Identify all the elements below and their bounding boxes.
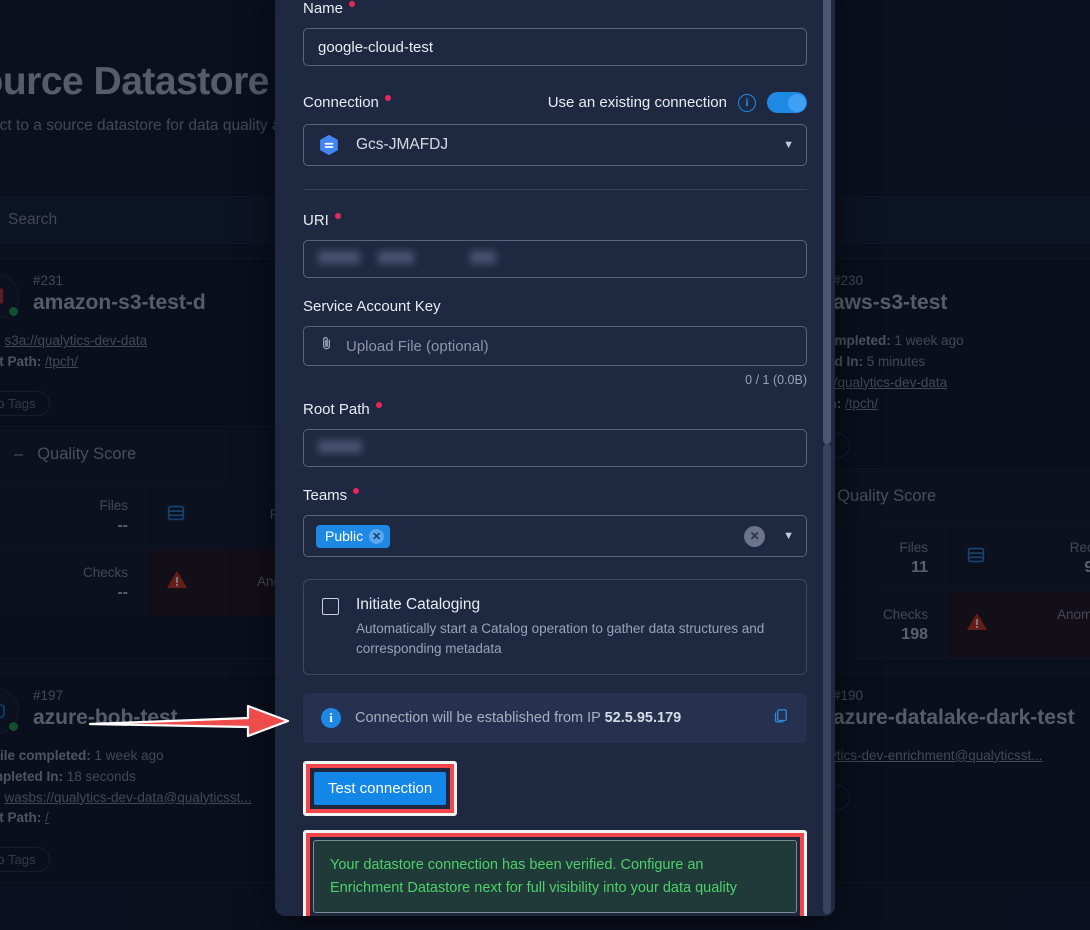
remove-chip-icon[interactable]: ✕ — [369, 528, 385, 544]
required-dot-icon — [334, 213, 341, 219]
root-path-input[interactable] — [303, 429, 807, 467]
teams-label: Teams — [303, 487, 348, 504]
ip-info-banner: i Connection will be established from IP… — [303, 693, 807, 744]
use-existing-connection-label: Use an existing connection — [547, 94, 727, 111]
chevron-down-icon[interactable]: ▼ — [783, 530, 794, 542]
connection-select[interactable]: Gcs-JMAFDJ ▼ — [303, 124, 807, 166]
test-connection-button[interactable]: Test connection — [314, 772, 447, 806]
name-label: Name — [303, 0, 344, 17]
name-input[interactable]: google-cloud-test — [303, 28, 807, 66]
ip-banner-text: Connection will be established from IP 5… — [355, 710, 681, 726]
file-counter: 0 / 1 (0.0B) — [745, 373, 807, 387]
uri-label-row: URI — [303, 212, 807, 229]
copy-icon[interactable] — [772, 707, 789, 729]
connection-select-value: Gcs-JMAFDJ — [356, 136, 449, 153]
connection-label-row: Connection — [303, 94, 391, 111]
info-icon: i — [321, 708, 341, 729]
required-dot-icon — [353, 488, 360, 494]
paperclip-icon — [318, 335, 335, 357]
team-chip-label: Public — [325, 528, 364, 544]
required-dot-icon — [384, 95, 391, 101]
google-cloud-storage-icon — [316, 132, 342, 158]
root-path-label-row: Root Path — [303, 401, 807, 418]
required-dot-icon — [349, 1, 356, 7]
modal-body: Name google-cloud-test Connection Use an… — [275, 0, 835, 916]
initiate-cataloging-description: Automatically start a Catalog operation … — [356, 621, 765, 656]
initiate-cataloging-title: Initiate Cataloging — [356, 596, 481, 613]
initiate-cataloging-checkbox[interactable] — [322, 598, 339, 615]
root-path-input-value — [318, 439, 362, 457]
connection-row: Connection Use an existing connection i — [303, 92, 807, 113]
source-datastore-modal: Name google-cloud-test Connection Use an… — [275, 0, 835, 916]
initiate-cataloging-box[interactable]: Initiate Cataloging Automatically start … — [303, 579, 807, 676]
root-path-label: Root Path — [303, 401, 370, 418]
service-account-key-label: Service Account Key — [303, 298, 441, 315]
required-dot-icon — [375, 402, 382, 408]
success-banner: Your datastore connection has been verif… — [313, 840, 797, 914]
chevron-down-icon[interactable]: ▼ — [783, 139, 794, 151]
success-highlight: Your datastore connection has been verif… — [303, 830, 807, 916]
connection-label: Connection — [303, 94, 379, 111]
screen: Source Datastore Connect to a source dat… — [0, 0, 1090, 930]
teams-select[interactable]: Public ✕ ✕ ▼ — [303, 515, 807, 557]
ip-banner-prefix: Connection will be established from IP — [355, 710, 605, 727]
ip-address: 52.5.95.179 — [604, 710, 682, 727]
annotation-arrow-icon — [88, 704, 290, 738]
clear-teams-icon[interactable]: ✕ — [744, 525, 766, 547]
upload-file-placeholder: Upload File (optional) — [346, 337, 489, 355]
toggle-knob — [787, 93, 806, 112]
highlight-outer: Your datastore connection has been verif… — [303, 830, 807, 916]
name-label-row: Name — [303, 0, 807, 17]
team-chip[interactable]: Public ✕ — [316, 524, 391, 548]
uri-label: URI — [303, 212, 329, 229]
teams-label-row: Teams — [303, 487, 807, 504]
service-account-key-upload[interactable]: Upload File (optional) — [303, 326, 807, 366]
test-connection-highlight: Test connection — [303, 761, 458, 817]
success-message: Your datastore connection has been verif… — [330, 857, 737, 896]
use-existing-connection-toggle[interactable] — [767, 92, 807, 113]
highlight-inner: Test connection — [306, 764, 455, 814]
highlight-inner: Your datastore connection has been verif… — [306, 833, 804, 916]
uri-input-value — [318, 250, 497, 268]
modal-scrollbar-track[interactable] — [823, 444, 831, 914]
info-icon[interactable]: i — [738, 93, 756, 112]
divider — [303, 189, 807, 190]
uri-input[interactable] — [303, 240, 807, 278]
name-input-value: google-cloud-test — [318, 38, 434, 56]
modal-scrollbar-thumb[interactable] — [823, 0, 831, 444]
highlight-outer: Test connection — [303, 761, 458, 817]
